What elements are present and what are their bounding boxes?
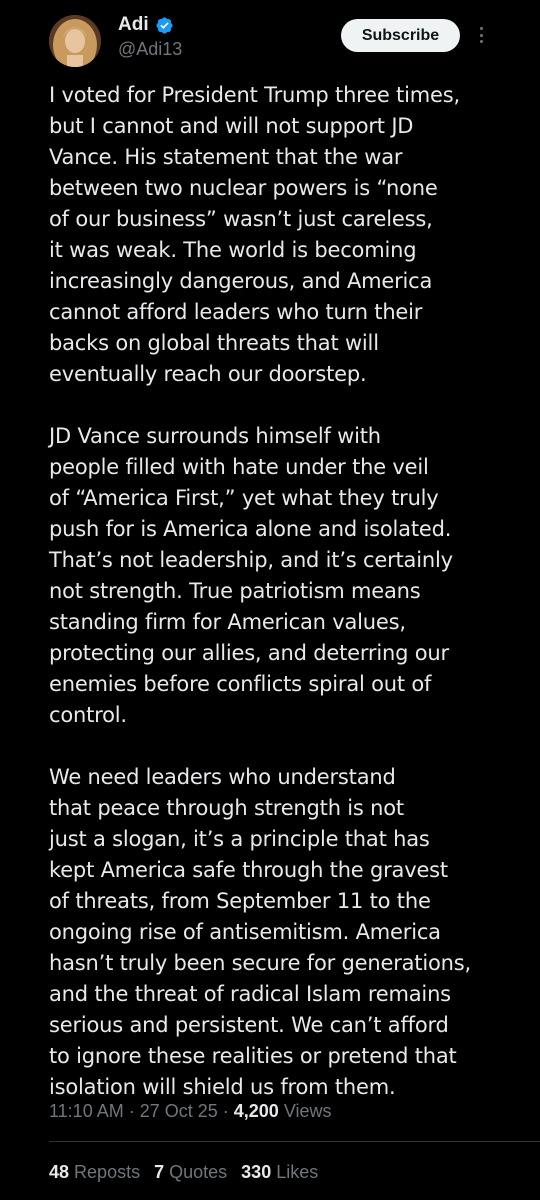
reposts-count: 48: [49, 1162, 70, 1182]
post-paragraph-3: We need leaders who understand that peac…: [49, 765, 471, 1099]
reposts-label: Reposts: [74, 1162, 141, 1182]
meta-separator: ·: [217, 1101, 234, 1121]
quotes-label: Quotes: [169, 1162, 228, 1182]
author-handle[interactable]: @Adi13: [118, 39, 182, 60]
post-header: Adi @Adi13 Subscribe: [0, 0, 540, 80]
post-time[interactable]: 11:10 AM: [49, 1101, 124, 1121]
post-paragraph-2: JD Vance surrounds himself with people f…: [49, 424, 453, 727]
likes-stat[interactable]: 330 Likes: [241, 1162, 318, 1183]
author-name[interactable]: Adi: [118, 14, 149, 36]
reposts-stat[interactable]: 48 Reposts: [49, 1162, 140, 1183]
verified-badge-icon: [155, 16, 173, 34]
post-date[interactable]: 27 Oct 25: [140, 1101, 218, 1121]
post-paragraph-1: I voted for President Trump three times,…: [49, 83, 460, 386]
more-dot: [479, 27, 483, 30]
post-text: I voted for President Trump three times,…: [49, 80, 529, 1103]
post-meta: 11:10 AM · 27 Oct 25 · 4,200 Views: [49, 1101, 332, 1122]
meta-separator: ·: [123, 1101, 140, 1121]
avatar[interactable]: [49, 15, 101, 67]
subscribe-button[interactable]: Subscribe: [341, 19, 460, 52]
views-label: Views: [283, 1101, 332, 1121]
views-count: 4,200: [233, 1101, 279, 1121]
more-dot: [479, 40, 483, 43]
author-name-row: Adi: [118, 14, 174, 36]
engagement-stats: 48 Reposts 7 Quotes 330 Likes: [49, 1162, 318, 1183]
quotes-stat[interactable]: 7 Quotes: [154, 1162, 227, 1183]
more-dot: [479, 33, 483, 37]
likes-label: Likes: [276, 1162, 319, 1182]
divider: [49, 1141, 540, 1142]
likes-count: 330: [241, 1162, 272, 1182]
quotes-count: 7: [154, 1162, 165, 1182]
more-vertical-icon[interactable]: [474, 22, 488, 48]
